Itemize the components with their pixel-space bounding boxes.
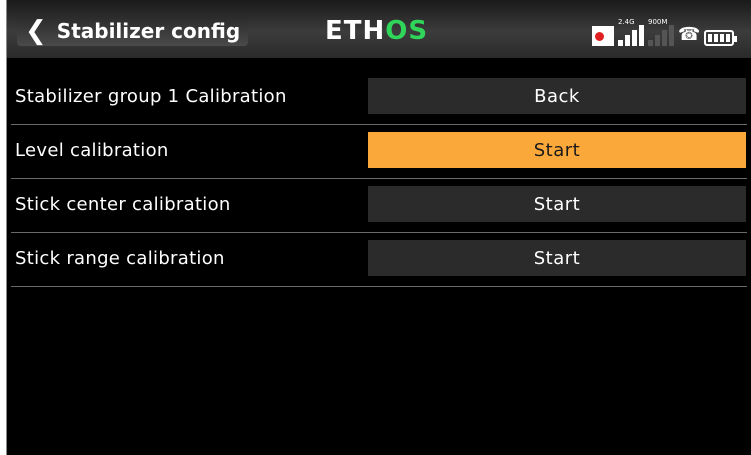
ethos-logo: ETHOS xyxy=(325,16,428,46)
row-stabilizer-group-calibration: Stabilizer group 1 Calibration Back xyxy=(11,70,747,125)
stick-range-start-button[interactable]: Start xyxy=(368,240,746,276)
row-stick-center-calibration: Stick center calibration Start xyxy=(11,178,747,233)
rf-900-label: 900M xyxy=(648,18,668,26)
logo-accent-text: OS xyxy=(385,16,429,46)
row-label: Stick center calibration xyxy=(15,194,231,215)
row-label: Level calibration xyxy=(15,140,169,161)
status-bar: 2.4G 900M ☎ xyxy=(592,18,738,46)
battery-icon xyxy=(704,30,738,46)
stick-center-start-button[interactable]: Start xyxy=(368,186,746,222)
row-label: Stick range calibration xyxy=(15,248,225,269)
row-label: Stabilizer group 1 Calibration xyxy=(15,86,287,107)
signal-2-4g-icon: 2.4G xyxy=(618,18,644,46)
signal-900m-icon: 900M xyxy=(648,18,674,46)
chevron-left-icon: ❮ xyxy=(25,16,47,46)
telemetry-icon: ☎ xyxy=(678,24,701,45)
row-stick-range-calibration: Stick range calibration Start xyxy=(11,232,747,287)
level-calibration-start-button[interactable]: Start xyxy=(368,132,746,168)
rf-24-label: 2.4G xyxy=(618,18,635,26)
title-bar: ❮ Stabilizer config ETHOS 2.4G 900M ☎ xyxy=(7,0,751,58)
record-icon xyxy=(592,26,614,46)
back-calibration-button[interactable]: Back xyxy=(368,78,746,114)
back-button[interactable]: ❮ Stabilizer config xyxy=(17,16,249,46)
page-title: Stabilizer config xyxy=(56,19,241,43)
row-level-calibration: Level calibration Start xyxy=(11,124,747,179)
radio-screen: ❮ Stabilizer config ETHOS 2.4G 900M ☎ St… xyxy=(6,0,751,455)
logo-text: ETH xyxy=(325,16,386,46)
